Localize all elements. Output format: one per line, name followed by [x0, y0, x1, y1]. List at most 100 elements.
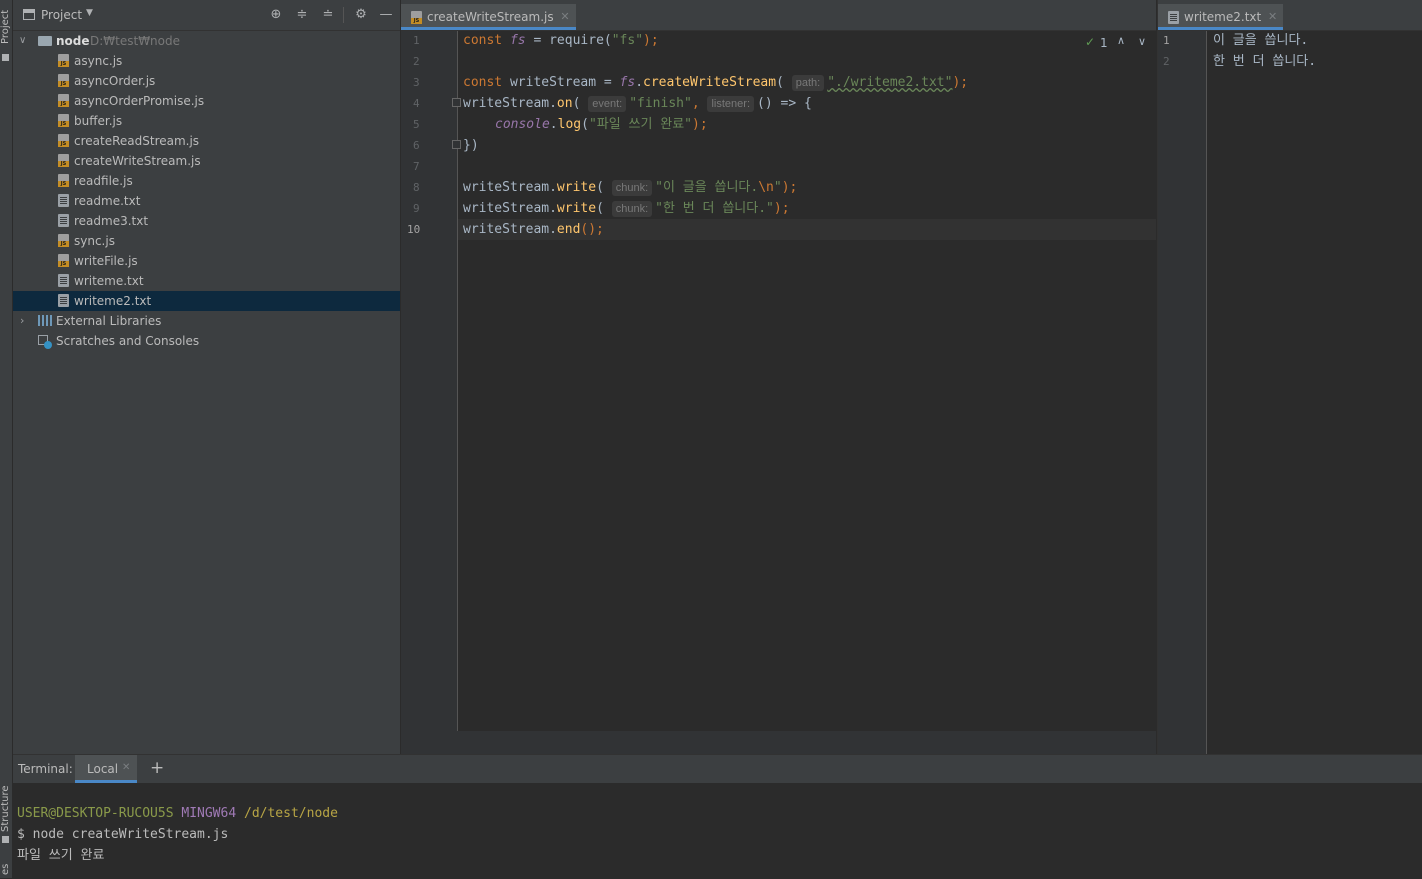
close-icon[interactable]: ✕	[122, 762, 130, 773]
scratches-icon	[38, 335, 52, 349]
code-token: on	[556, 96, 573, 111]
js-file-icon	[58, 174, 69, 187]
code-token: log	[557, 117, 582, 132]
terminal-header: Terminal: Local ✕ +	[13, 755, 1422, 783]
tree-external-libraries[interactable]: › External Libraries	[13, 311, 400, 331]
gear-icon[interactable]: ⚙	[352, 6, 370, 24]
terminal-command-line[interactable]: $ node createWriteStream.js	[17, 824, 228, 845]
tree-file-item[interactable]: buffer.js	[13, 111, 400, 131]
tree-file-item[interactable]: readme3.txt	[13, 211, 400, 231]
locate-icon[interactable]: ⊕	[267, 6, 285, 24]
code-token: );	[692, 117, 708, 132]
line-number: 5	[413, 118, 420, 131]
text-file-icon	[58, 214, 69, 227]
tab-writeme2[interactable]: writeme2.txt ✕	[1158, 4, 1284, 30]
code-token: =	[525, 33, 550, 48]
tree-file-item[interactable]: async.js	[13, 51, 400, 71]
tab-label: writeme2.txt	[1184, 10, 1262, 24]
code-token: ,	[691, 96, 708, 111]
code-line-3[interactable]: const writeStream = fs.createWriteStream…	[463, 72, 968, 93]
code-token: require(	[549, 33, 612, 48]
code-line-8[interactable]: writeStream.write( chunk: "이 글을 씁니다.\n");	[463, 177, 797, 198]
inspection-check-icon[interactable]: ✓	[1085, 35, 1095, 49]
text-line[interactable]: 한 번 더 씁니다.	[1213, 51, 1316, 72]
code-line-9[interactable]: writeStream.write( chunk: "한 번 더 씁니다.");	[463, 198, 790, 219]
text-file-icon	[58, 194, 69, 207]
project-view-title[interactable]: Project	[41, 8, 82, 22]
chevron-down-icon[interactable]: ▼	[86, 8, 93, 18]
tree-file-item[interactable]: readfile.js	[13, 171, 400, 191]
code-token: (	[776, 75, 784, 90]
tree-file-item[interactable]: readme.txt	[13, 191, 400, 211]
tree-file-item[interactable]: createReadStream.js	[13, 131, 400, 151]
minimize-icon[interactable]: —	[377, 6, 395, 24]
line-number: 7	[413, 160, 420, 173]
chevron-up-icon[interactable]: ∧	[1117, 34, 1125, 47]
collapse-all-icon[interactable]: ≐	[319, 6, 337, 24]
code-token: end	[556, 222, 581, 237]
chevron-down-icon[interactable]: ∨	[1138, 35, 1146, 48]
tree-file-item[interactable]: writeme.txt	[13, 271, 400, 291]
js-file-icon	[58, 234, 69, 247]
js-file-icon	[411, 11, 422, 24]
structure-side-tab[interactable]: Structure	[0, 785, 12, 832]
code-line-1[interactable]: const fs = require("fs");	[463, 30, 659, 51]
add-terminal-button[interactable]: +	[150, 758, 164, 778]
chevron-right-icon[interactable]: ›	[20, 311, 24, 331]
tab-local[interactable]: Local ✕	[75, 755, 137, 783]
close-icon[interactable]: ✕	[560, 4, 569, 30]
text-file-icon	[58, 294, 69, 307]
line-number: 6	[413, 139, 420, 152]
code-token: writeStream.	[463, 222, 557, 237]
tab-label: createWriteStream.js	[427, 10, 554, 24]
tree-scratches[interactable]: Scratches and Consoles	[13, 331, 400, 351]
tab-createwritestream[interactable]: createWriteStream.js ✕	[401, 4, 576, 30]
header-divider	[343, 7, 344, 23]
folder-icon	[2, 54, 9, 61]
code-token: "한 번 더 씁니다."	[655, 201, 774, 216]
code-token: const	[463, 75, 503, 90]
code-token: "finish"	[629, 96, 692, 111]
project-side-tab[interactable]: Project	[0, 4, 12, 50]
line-number: 2	[413, 55, 420, 68]
tree-file-item[interactable]: writeFile.js	[13, 251, 400, 271]
tree-root-node[interactable]: ∨ node D:₩test₩node	[13, 31, 400, 51]
js-file-icon	[58, 114, 69, 127]
editor-left: createWriteStream.js ✕ 1 2 3 4 5 6 7 8 9 10 ✓ 1 ∧…	[401, 0, 1156, 754]
text-file-icon	[58, 274, 69, 287]
editor-right-tabbar: writeme2.txt ✕	[1158, 0, 1422, 31]
tree-file-item[interactable]: sync.js	[13, 231, 400, 251]
file-name: async.js	[74, 54, 123, 68]
prompt-env: MINGW64	[181, 806, 237, 821]
code-token: );	[773, 201, 790, 216]
fold-marker-icon[interactable]	[452, 98, 461, 107]
code-token: );	[643, 33, 659, 48]
project-view-icon	[23, 9, 35, 20]
inspection-count[interactable]: 1	[1100, 36, 1108, 50]
code-token: );	[781, 180, 798, 195]
terminal-prompt-line: USER@DESKTOP-RUCOU5S MINGW64 /d/test/nod…	[17, 803, 338, 824]
expand-all-icon[interactable]: ≑	[293, 6, 311, 24]
tree-file-item[interactable]: asyncOrderPromise.js	[13, 91, 400, 111]
text-line[interactable]: 이 글을 씁니다.	[1213, 30, 1308, 51]
code-line-5[interactable]: console.log("파일 쓰기 완료");	[495, 114, 708, 135]
code-line-6[interactable]: })	[463, 135, 479, 156]
code-token: "fs"	[611, 33, 644, 48]
fold-marker-icon[interactable]	[452, 140, 461, 149]
terminal-label: Terminal:	[18, 762, 73, 776]
tree-file-item[interactable]: createWriteStream.js	[13, 151, 400, 171]
bottom-side-tab[interactable]: es	[0, 862, 12, 876]
param-hint: chunk:	[611, 201, 653, 217]
code-token: fs	[619, 75, 636, 90]
param-hint: chunk:	[611, 180, 653, 196]
code-line-10[interactable]: writeStream.end();	[463, 219, 604, 240]
code-token: );	[952, 75, 969, 90]
chevron-down-icon[interactable]: ∨	[19, 31, 26, 51]
close-icon[interactable]: ✕	[1268, 4, 1277, 30]
tree-file-item[interactable]: writeme2.txt	[13, 291, 400, 311]
file-name: writeme.txt	[74, 274, 144, 288]
tree-file-item[interactable]: asyncOrder.js	[13, 71, 400, 91]
code-line-4[interactable]: writeStream.on( event: "finish", listener…	[463, 93, 812, 114]
editor-right: writeme2.txt ✕ 1 2 이 글을 씁니다. 한 번 더 씁니다.	[1157, 0, 1422, 754]
file-name: writeme2.txt	[74, 294, 152, 308]
